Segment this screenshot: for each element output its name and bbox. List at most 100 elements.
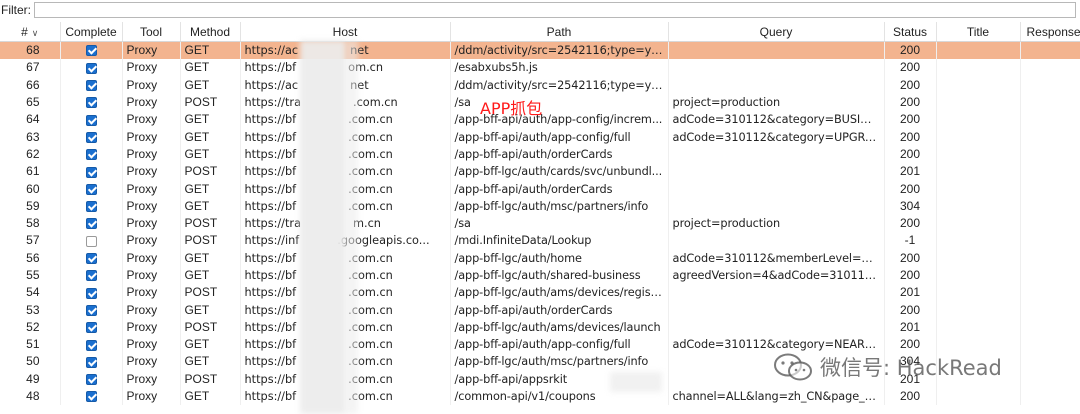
method-cell: GET: [180, 336, 241, 354]
column-header-title[interactable]: Title: [936, 22, 1021, 42]
column-header-label: #: [21, 24, 28, 39]
complete-cell: [60, 111, 123, 129]
checkbox-unchecked-icon: [85, 235, 97, 247]
complete-cell: [60, 41, 123, 60]
response-cell: [1020, 353, 1080, 371]
host-prefix: https://ac: [244, 78, 299, 92]
table-row[interactable]: 58 Proxy POST https://tra m.cn/sa project=pro…: [0, 214, 1080, 233]
column-header-query[interactable]: Query: [668, 22, 885, 42]
status-cell: 200: [884, 301, 937, 319]
complete-cell: [60, 93, 123, 112]
host-prefix: https://bf: [244, 269, 297, 282]
tool-cell: Proxy: [122, 180, 181, 198]
response-cell: [1020, 232, 1080, 250]
table-row[interactable]: 51 Proxy GET https://bf .com.cn/app-bff-api/…: [0, 336, 1080, 354]
query-cell: [668, 163, 885, 181]
table-row[interactable]: 56 Proxy GET https://bf .com.cn/app-bff-lgc/…: [0, 249, 1080, 267]
checkbox-checked-icon: [85, 114, 97, 126]
complete-cell: [60, 266, 123, 285]
column-header-tool[interactable]: Tool: [122, 22, 181, 42]
path-cell: /app-bff-lgc/auth/shared-business: [450, 266, 669, 285]
checkbox-checked-icon: [85, 253, 97, 265]
column-header-path[interactable]: Path: [450, 22, 669, 42]
row-number: 66: [0, 76, 61, 94]
title-cell: [936, 266, 1021, 285]
annotation-label: APP抓包: [480, 99, 543, 118]
host-prefix: https://inf: [244, 234, 300, 248]
tool-cell: Proxy: [122, 111, 181, 129]
filter-input[interactable]: [34, 2, 1076, 18]
status-cell: 200: [884, 111, 937, 129]
query-cell: [668, 197, 885, 215]
response-cell: [1020, 387, 1080, 406]
table-row[interactable]: 53 Proxy GET https://bf .com.cn/app-bff-api/…: [0, 301, 1080, 319]
table-row[interactable]: 68 Proxy GET https://ac net/ddm/activity/src…: [0, 41, 1080, 60]
table-row[interactable]: 63 Proxy GET https://bf .com.cn/app-bff-api/…: [0, 128, 1080, 146]
column-header-response[interactable]: Response: [1020, 22, 1080, 42]
query-cell: adCode=310112&category=UPGRAD...: [668, 128, 885, 146]
table-row[interactable]: 57 Proxy POST https://inf .googleapis.co... /…: [0, 232, 1080, 250]
complete-cell: [60, 353, 123, 371]
checkbox-checked-icon: [85, 322, 97, 334]
row-number: 54: [0, 284, 61, 302]
redaction-blur: [300, 40, 346, 414]
table-row[interactable]: 55 Proxy GET https://bf .com.cn/app-bff-lgc/…: [0, 266, 1080, 285]
host-prefix: https://bf: [244, 303, 297, 317]
tool-cell: Proxy: [122, 266, 181, 285]
path-cell: /app-bff-lgc/auth/ams/devices/regist...: [450, 284, 669, 302]
method-cell: POST: [180, 214, 241, 233]
row-number: 67: [0, 59, 61, 77]
status-cell: 200: [884, 214, 937, 233]
row-number: 59: [0, 197, 61, 215]
checkbox-checked-icon: [85, 80, 97, 92]
column-header-number[interactable]: # ∨: [0, 22, 61, 42]
status-cell: 200: [884, 266, 937, 285]
table-row[interactable]: 60 Proxy GET https://bf .com.cn/app-bff-api/…: [0, 180, 1080, 198]
column-header-host[interactable]: Host: [240, 22, 451, 42]
table-row[interactable]: 52 Proxy POST https://bf .com.cn/app-bff-lgc…: [0, 318, 1080, 337]
host-prefix: https://bf: [244, 320, 297, 334]
column-header-method[interactable]: Method: [180, 22, 241, 42]
method-cell: GET: [180, 249, 241, 267]
tool-cell: Proxy: [122, 336, 181, 354]
table-row[interactable]: 48 Proxy GET https://bf .com.cn/common-api/v…: [0, 387, 1080, 406]
query-cell: adCode=310112&category=BUSINE...: [668, 111, 885, 129]
checkbox-checked-icon: [85, 304, 97, 316]
host-prefix: https://bf: [244, 338, 297, 352]
path-cell: /app-bff-api/auth/app-config/full: [450, 128, 669, 146]
table-row[interactable]: 67 Proxy GET https://bf om.cn/esabxubs5h.js 2…: [0, 59, 1080, 77]
checkbox-checked-icon: [85, 166, 97, 178]
method-cell: GET: [180, 145, 241, 164]
host-prefix: https://bf: [244, 61, 297, 75]
method-cell: POST: [180, 284, 241, 302]
method-cell: GET: [180, 41, 241, 60]
sort-descending-icon: ∨: [31, 27, 39, 38]
table-row[interactable]: 61 Proxy POST https://bf .com.cn/app-bff-lgc…: [0, 163, 1080, 181]
title-cell: [936, 387, 1021, 406]
tool-cell: Proxy: [122, 249, 181, 267]
title-cell: [936, 336, 1021, 354]
method-cell: GET: [180, 128, 241, 146]
response-cell: [1020, 284, 1080, 302]
table-row[interactable]: 62 Proxy GET https://bf .com.cn/app-bff-api/…: [0, 145, 1080, 164]
tool-cell: Proxy: [122, 353, 181, 371]
filter-label: Filter:: [1, 3, 31, 17]
http-history-table: # ∨ Complete Tool Method Host Path Query …: [0, 22, 1080, 406]
method-cell: GET: [180, 197, 241, 215]
query-cell: [668, 76, 885, 94]
status-cell: 200: [884, 41, 937, 60]
row-number: 58: [0, 214, 61, 233]
query-cell: [668, 59, 885, 77]
column-header-status[interactable]: Status: [884, 22, 937, 42]
host-prefix: https://bf: [244, 113, 297, 127]
column-header-complete[interactable]: Complete: [60, 22, 123, 42]
checkbox-checked-icon: [85, 287, 97, 299]
path-cell: /app-bff-api/auth/orderCards: [450, 301, 669, 319]
complete-cell: [60, 128, 123, 146]
complete-cell: [60, 59, 123, 77]
table-row[interactable]: 59 Proxy GET https://bf .com.cn/app-bff-lgc/…: [0, 197, 1080, 215]
table-row[interactable]: 66 Proxy GET https://ac net/ddm/activity/src…: [0, 76, 1080, 94]
method-cell: GET: [180, 111, 241, 129]
table-row[interactable]: 54 Proxy POST https://bf .com.cn/app-bff-lgc…: [0, 284, 1080, 302]
title-cell: [936, 232, 1021, 250]
